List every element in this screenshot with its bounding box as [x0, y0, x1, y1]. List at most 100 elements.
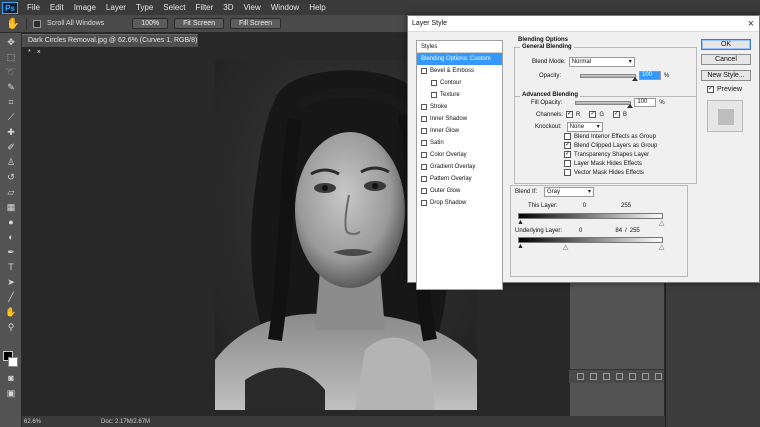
style-checkbox[interactable]: [431, 92, 437, 98]
opacity-slider-thumb[interactable]: [632, 76, 639, 81]
link-layers-icon[interactable]: [577, 373, 584, 380]
eraser-icon[interactable]: ▱: [4, 187, 18, 198]
underlying-split-thumb-icon[interactable]: △: [563, 243, 568, 251]
style-checkbox[interactable]: [421, 152, 427, 158]
menu-layer[interactable]: Layer: [101, 0, 131, 15]
type-icon[interactable]: T: [4, 262, 18, 273]
add-mask-icon[interactable]: [603, 373, 610, 380]
style-texture[interactable]: Texture: [417, 89, 502, 101]
style-satin[interactable]: Satin: [417, 137, 502, 149]
menu-edit[interactable]: Edit: [45, 0, 69, 15]
hand-icon[interactable]: ✋: [4, 307, 18, 318]
style-gradient-overlay[interactable]: Gradient Overlay: [417, 161, 502, 173]
zoom-icon[interactable]: ⚲: [4, 322, 18, 333]
styles-header[interactable]: Styles: [417, 41, 502, 53]
screen-mode-icon[interactable]: ▣: [4, 388, 18, 399]
path-select-icon[interactable]: ➤: [4, 277, 18, 288]
move-icon[interactable]: ✥: [4, 37, 18, 48]
underlying-layer-gradient[interactable]: [518, 237, 663, 243]
blend-interior-effects-checkbox[interactable]: [564, 133, 571, 140]
background-color-swatch[interactable]: [8, 357, 18, 367]
menu-image[interactable]: Image: [69, 0, 101, 15]
adjustment-layer-icon[interactable]: [616, 373, 623, 380]
style-checkbox[interactable]: [421, 200, 427, 206]
quick-mask-icon[interactable]: ◙: [4, 373, 18, 384]
eyedropper-icon[interactable]: ⟋: [4, 112, 18, 123]
fill-opacity-input[interactable]: 100: [634, 98, 657, 107]
layer-mask-hides-checkbox[interactable]: [564, 160, 571, 167]
lasso-icon[interactable]: ➰: [4, 67, 18, 78]
style-outer-glow[interactable]: Outer Glow: [417, 185, 502, 197]
underlying-white-thumb-icon[interactable]: △: [659, 243, 664, 251]
history-brush-icon[interactable]: ↺: [4, 172, 18, 183]
vector-mask-hides-checkbox[interactable]: [564, 169, 571, 176]
menu-type[interactable]: Type: [131, 0, 158, 15]
style-checkbox[interactable]: [421, 164, 427, 170]
zoom-level[interactable]: 62.6%: [24, 419, 41, 425]
zoom-100-button[interactable]: 100%: [132, 18, 169, 29]
channel-g-checkbox[interactable]: ✓: [589, 111, 597, 118]
style-color-overlay[interactable]: Color Overlay: [417, 149, 502, 161]
style-checkbox[interactable]: [421, 188, 427, 194]
this-layer-gradient[interactable]: [518, 213, 663, 219]
blur-icon[interactable]: ●: [4, 217, 18, 228]
underlying-black-thumb-icon[interactable]: ▲: [517, 243, 524, 250]
shape-icon[interactable]: ╱: [4, 292, 18, 303]
menu-filter[interactable]: Filter: [191, 0, 219, 15]
gradient-icon[interactable]: ▦: [4, 202, 18, 213]
stamp-icon[interactable]: ♙: [4, 157, 18, 168]
style-checkbox[interactable]: [421, 128, 427, 134]
channel-r-checkbox[interactable]: ✓: [566, 111, 574, 118]
pen-icon[interactable]: ✒: [4, 247, 18, 258]
style-checkbox[interactable]: [421, 104, 427, 110]
fill-opacity-slider-thumb[interactable]: [627, 103, 634, 108]
close-icon[interactable]: ×: [748, 17, 754, 31]
knockout-select[interactable]: None: [566, 122, 603, 132]
opacity-slider[interactable]: [580, 73, 639, 81]
preview-checkbox[interactable]: ✓: [707, 86, 714, 93]
close-tab-icon[interactable]: ×: [37, 49, 41, 56]
menu-3d[interactable]: 3D: [218, 0, 238, 15]
style-pattern-overlay[interactable]: Pattern Overlay: [417, 173, 502, 185]
blend-if-select[interactable]: Gray: [544, 187, 595, 197]
document-tab[interactable]: Dark Circles Removal.jpg @ 62.6% (Curves…: [22, 34, 198, 56]
this-layer-black-thumb-icon[interactable]: ▲: [517, 219, 524, 226]
menu-file[interactable]: File: [22, 0, 45, 15]
hand-tool-icon[interactable]: ✋: [6, 18, 20, 30]
menu-window[interactable]: Window: [266, 0, 304, 15]
style-inner-glow[interactable]: Inner Glow: [417, 125, 502, 137]
new-group-icon[interactable]: [629, 373, 636, 380]
new-style-button[interactable]: New Style...: [701, 70, 751, 81]
style-checkbox[interactable]: [421, 176, 427, 182]
ok-button[interactable]: OK: [701, 39, 751, 50]
style-checkbox[interactable]: [421, 68, 427, 74]
brush-icon[interactable]: ✐: [4, 142, 18, 153]
menu-help[interactable]: Help: [304, 0, 330, 15]
fill-opacity-slider[interactable]: [575, 100, 634, 108]
healing-icon[interactable]: ✚: [4, 127, 18, 138]
menu-select[interactable]: Select: [158, 0, 190, 15]
style-inner-shadow[interactable]: Inner Shadow: [417, 113, 502, 125]
style-checkbox[interactable]: [431, 80, 437, 86]
marquee-icon[interactable]: ⬚: [4, 52, 18, 63]
style-contour[interactable]: Contour: [417, 77, 502, 89]
this-layer-white-thumb-icon[interactable]: △: [659, 219, 664, 227]
fit-screen-button[interactable]: Fit Screen: [174, 18, 224, 29]
fill-screen-button[interactable]: Fill Screen: [230, 18, 282, 29]
quick-select-icon[interactable]: ✎: [4, 82, 18, 93]
trash-icon[interactable]: [655, 373, 662, 380]
blend-clipped-layers-checkbox[interactable]: ✓: [564, 142, 571, 149]
opacity-input[interactable]: 100: [639, 71, 662, 80]
dodge-icon[interactable]: ◐: [4, 232, 18, 243]
blend-mode-select[interactable]: Normal: [568, 57, 635, 67]
menu-view[interactable]: View: [239, 0, 266, 15]
fx-icon[interactable]: [590, 373, 597, 380]
style-bevel-emboss[interactable]: Bevel & Emboss: [417, 65, 502, 77]
style-drop-shadow[interactable]: Drop Shadow: [417, 197, 502, 209]
style-checkbox[interactable]: [421, 116, 427, 122]
cancel-button[interactable]: Cancel: [701, 54, 751, 65]
style-checkbox[interactable]: [421, 140, 427, 146]
crop-icon[interactable]: ⌗: [4, 97, 18, 108]
new-layer-icon[interactable]: [642, 373, 649, 380]
scroll-all-windows-checkbox[interactable]: [33, 19, 41, 28]
